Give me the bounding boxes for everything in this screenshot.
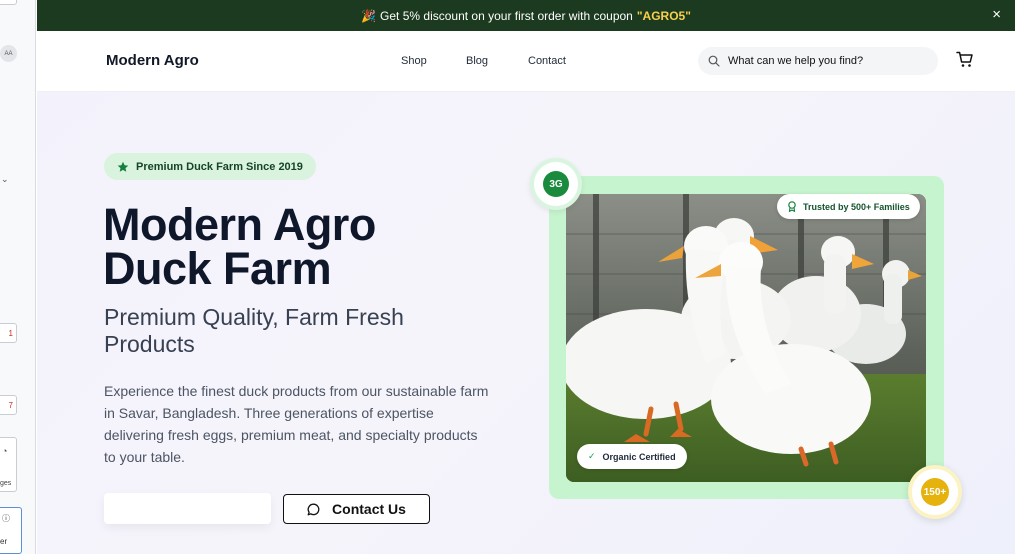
search-input[interactable] [728, 55, 918, 67]
hero-section: Premium Duck Farm Since 2019 Modern Agro… [37, 92, 1015, 554]
party-icon: 🎉 [361, 8, 377, 23]
contact-us-label: Contact Us [332, 501, 406, 517]
announcement-bar: 🎉 Get 5% discount on your first order wi… [37, 0, 1015, 31]
info-icon: ⓘ [2, 514, 10, 523]
hero-title-line1: Modern Agro [103, 199, 376, 250]
avatar[interactable]: AA [0, 45, 17, 62]
site-logo[interactable]: Modern Agro [106, 52, 199, 69]
generations-badge-label: 3G [543, 171, 569, 197]
sidebar-panel-active[interactable]: ⓘ er [0, 507, 22, 554]
nav-link-shop[interactable]: Shop [401, 55, 427, 67]
nav-link-contact[interactable]: Contact [528, 55, 566, 67]
cart-icon[interactable] [956, 51, 974, 68]
shop-button[interactable] [104, 493, 271, 524]
chevron-down-icon[interactable]: ⌄ [1, 174, 9, 185]
ducks-photo [566, 194, 926, 482]
trusted-badge-label: Trusted by 500+ Families [803, 201, 910, 212]
sidebar-panel-label: ges [0, 480, 12, 487]
hero-title-line2: Duck Farm [103, 243, 332, 294]
sidebar-panel-label: er [0, 537, 8, 546]
trusted-badge: Trusted by 500+ Families [777, 194, 920, 219]
products-badge: 150+ [908, 465, 962, 519]
gauge-icon: ◔ [2, 446, 8, 456]
star-icon [117, 161, 129, 172]
coupon-code: "AGRO5" [636, 8, 691, 23]
hero-title: Modern Agro Duck Farm [103, 199, 376, 294]
chat-bubble-icon [307, 503, 320, 515]
search-bar[interactable] [698, 47, 938, 75]
hero-badge-label: Premium Duck Farm Since 2019 [136, 160, 303, 173]
contact-us-button[interactable]: Contact Us [283, 494, 430, 524]
notification-badge[interactable]: 1 [0, 323, 17, 343]
hero-badge: Premium Duck Farm Since 2019 [104, 153, 316, 180]
announcement-text: Get 5% discount on your first order with… [380, 8, 633, 23]
products-badge-label: 150+ [921, 478, 949, 506]
sidebar-panel[interactable]: ◔ ges [0, 437, 17, 492]
notification-badge[interactable]: 7 [0, 395, 17, 415]
ducks-illustration [566, 194, 926, 482]
hero-description: Experience the finest duck products from… [104, 383, 489, 465]
check-icon: ✓ [588, 451, 596, 461]
sidebar-top-tab[interactable] [0, 0, 17, 5]
search-icon [708, 55, 720, 67]
organic-badge: ✓ Organic Certified [577, 444, 687, 469]
hero-subtitle: Premium Quality, Farm Fresh Products [104, 304, 404, 357]
site-header: Modern Agro Shop Blog Contact [37, 31, 1015, 92]
generations-badge: 3G [530, 158, 582, 210]
nav-link-blog[interactable]: Blog [466, 55, 488, 67]
close-icon[interactable]: × [992, 7, 1001, 22]
organic-badge-label: Organic Certified [602, 451, 676, 462]
browser-sidebar: AA ⌄ 1 7 ◔ ges ⓘ er [0, 0, 36, 554]
award-icon [788, 201, 796, 212]
